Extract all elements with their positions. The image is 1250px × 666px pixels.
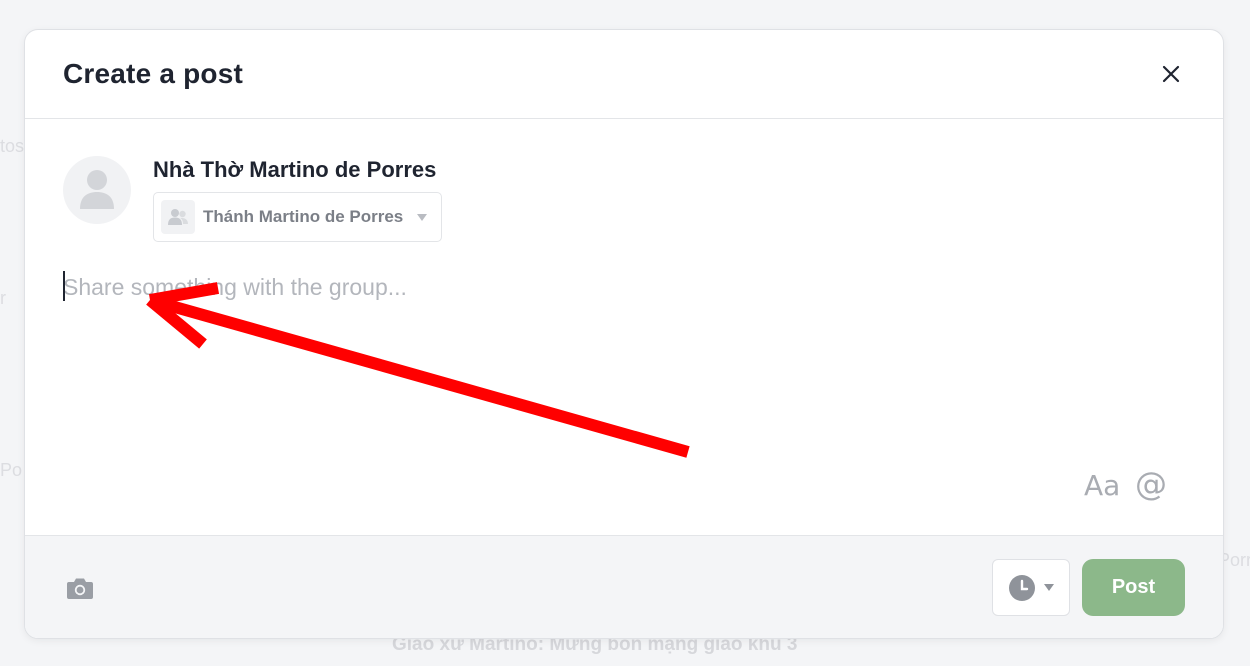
text-cursor [63,271,65,301]
chevron-down-icon [417,213,428,221]
mention-button[interactable]: @ [1135,465,1171,505]
close-icon [1162,65,1180,83]
chevron-down-icon [1044,584,1054,591]
clock-icon [1009,574,1035,601]
create-post-dialog: Create a post Nhà Thờ Martino de Porres [24,29,1224,639]
author-name: Nhà Thờ Martino de Porres [153,157,437,182]
dialog-title: Create a post [63,58,243,89]
audience-label: Thánh Martino de Porres [203,207,404,226]
user-icon [80,170,114,209]
audience-dropdown[interactable]: Thánh Martino de Porres [153,192,442,242]
post-button[interactable]: Post [1082,559,1185,616]
text-format-button[interactable]: Aa [1084,469,1124,505]
add-photo-button[interactable] [63,574,97,602]
background-text-fragment: r [0,288,6,308]
background-text-fragment: tos [0,136,25,156]
background-text-fragment: Po [0,460,23,480]
avatar [63,156,131,224]
camera-icon [67,578,93,599]
schedule-post-button[interactable] [992,559,1070,616]
post-content-input[interactable] [63,267,1183,467]
dialog-header: Create a post [25,30,1223,119]
dialog-footer: Post [25,535,1223,638]
close-button[interactable] [1157,60,1185,88]
group-icon [168,209,188,225]
dialog-body: Nhà Thờ Martino de Porres Thánh Martino … [25,119,1223,536]
